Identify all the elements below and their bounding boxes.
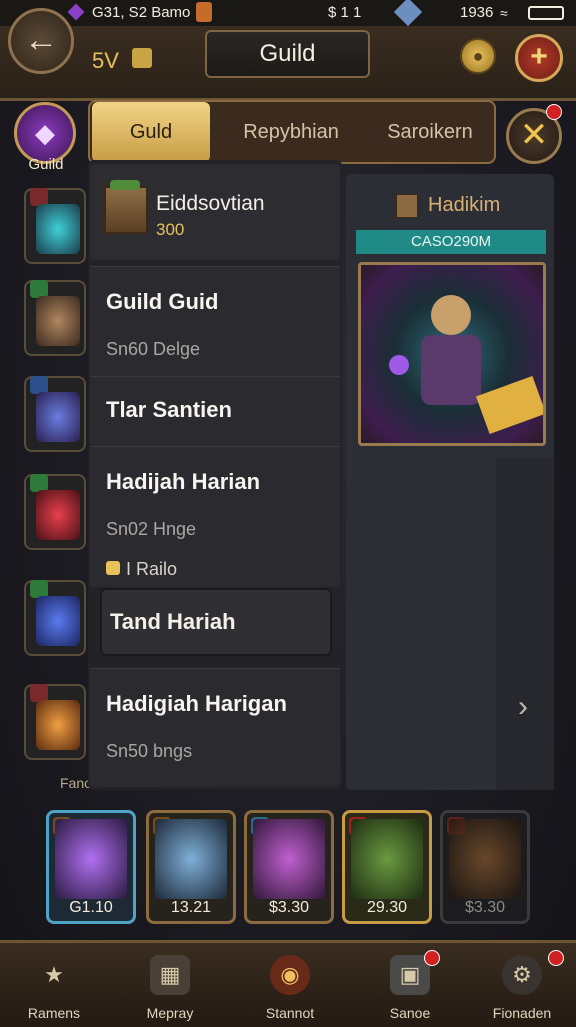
list-item-title: Hadigiah Harigan [106,691,287,716]
wifi-icon: ≈ [500,5,508,21]
card-price: 13.21 [170,899,212,916]
status-bar: G31, S2 Bamo $ 1 1 1936 ≈ [0,0,576,27]
hero-head-icon [431,295,471,335]
rail-card-5[interactable] [24,580,86,656]
nav-label: Sanoe [389,1005,431,1021]
list-item-subtitle: Sn02 Hnge [106,519,197,539]
shop-card-5[interactable]: $3.30 [440,810,530,924]
shop-card-1[interactable]: G1.10 [46,810,136,924]
tab-guild[interactable]: Guld [92,102,210,162]
frost-golem-icon [155,819,227,899]
shop-card-4[interactable]: 29.30 [342,810,432,924]
list-item[interactable]: Hadigiah Harigan Sn50 bngs [90,668,340,787]
nav-sanoe[interactable]: ▣ Sanoe [360,949,460,1021]
list-item-title: Guild Guid [106,289,219,314]
shop-card-2[interactable]: 13.21 [146,810,236,924]
bottom-nav: ★ Ramens ▦ Mepray ◉ Stannot ▣ Sanoe ⚙ Fi… [0,940,576,1027]
plus-icon: + [530,40,548,73]
hero-portrait-icon [36,296,80,346]
guild-profile-name: Eiddsovtian [156,192,265,215]
crate-icon [104,186,148,234]
amber-shard-icon [36,700,80,750]
coin-icon: ● [472,46,484,66]
detail-banner: CASO290M [356,230,546,254]
list-item[interactable]: Hadijah Harian Sn02 Hnge I Railo [90,446,340,587]
shadow-orb-icon [253,819,325,899]
rail-card-1[interactable] [24,188,86,264]
level-badge-icon [132,48,152,68]
back-button[interactable]: ← [8,8,74,74]
notification-badge [424,950,440,966]
add-button[interactable]: + [515,34,563,82]
nav-label: Stannot [265,1005,315,1021]
detail-title: Hadikim [428,194,501,216]
list-item-title: Tlar Santien [106,397,232,422]
cube-icon [393,0,423,27]
tab-repybhian[interactable]: Repybhian [216,102,366,162]
page-title: Guild [205,30,370,78]
tab-bar: Guld Repybhian Saroikern [88,100,496,164]
fire-gem-icon [36,490,80,540]
guild-crystal-icon: ◆ [35,118,55,148]
notification-badge [546,104,562,120]
card-price: $3.30 [464,899,506,916]
star-icon: ★ [44,962,64,987]
list-item-subtitle: Sn50 bngs [106,741,193,761]
hero-portrait[interactable] [358,262,546,446]
nav-label: Fionaden [492,1005,552,1021]
status-left-text: G31, S2 Bamo [92,4,191,21]
coin-button[interactable]: ● [460,38,496,74]
ice-weapon-icon [36,204,80,254]
shield-badge-icon [106,561,120,575]
storm-blade-icon [36,596,80,646]
enchanted-staff-icon [55,819,127,899]
nav-label: Mepray [146,1005,194,1021]
status-center-text: $ 1 1 [328,4,362,21]
card-price: 29.30 [366,899,408,916]
notification-badge [548,950,564,966]
guild-emblem-label: Guild [28,156,64,173]
flame-beast-icon [449,819,521,899]
nav-mepray[interactable]: ▦ Mepray [120,949,220,1021]
list-item-tag: I Railo [126,559,178,579]
battery-icon [528,6,564,20]
list-item[interactable]: Guild Guid Sn60 Delge [90,266,340,377]
shop-card-3[interactable]: $3.30 [244,810,334,924]
rail-card-2[interactable] [24,280,86,356]
hero-body-icon [421,335,481,405]
shield-icon: ◉ [270,955,310,995]
selected-member-row[interactable]: Tand Hariah [100,588,332,656]
gold-bars-icon [475,375,543,435]
guild-profile-score: 300 [156,220,185,239]
status-time: 1936 [460,4,494,21]
detail-scroll-area [496,458,554,790]
arcane-orb-icon [36,392,80,442]
close-icon: ✕ [519,116,549,154]
arrow-left-icon: ← [24,21,58,59]
rail-card-6[interactable] [24,684,86,760]
player-level: 5V [92,48,119,73]
gem-icon [67,3,85,21]
guild-emblem-button[interactable]: ◆ [14,102,76,164]
crystal-icon [196,2,212,22]
tab-saroikern[interactable]: Saroikern [368,102,492,162]
list-item-title: Hadijah Harian [106,469,261,494]
moss-icon [110,180,140,190]
gear-icon: ⚙ [502,955,542,995]
box-icon: ▦ [150,955,190,995]
nav-ramens[interactable]: ★ Ramens [4,949,104,1021]
crate-icon [396,194,418,218]
magic-orb-icon [389,355,409,375]
chevron-right-icon[interactable]: › [518,690,528,724]
nav-label: Ramens [27,1005,81,1021]
goblin-warrior-icon [351,819,423,899]
list-item-subtitle: Sn60 Delge [106,339,201,359]
card-price: $3.30 [268,899,310,916]
card-price: G1.10 [69,899,113,916]
rail-card-3[interactable] [24,376,86,452]
rail-card-4[interactable] [24,474,86,550]
nav-stannot[interactable]: ◉ Stannot [240,949,340,1021]
rail-footer-label: Fanc [60,775,92,791]
list-item[interactable]: Tlar Santien [90,376,340,447]
